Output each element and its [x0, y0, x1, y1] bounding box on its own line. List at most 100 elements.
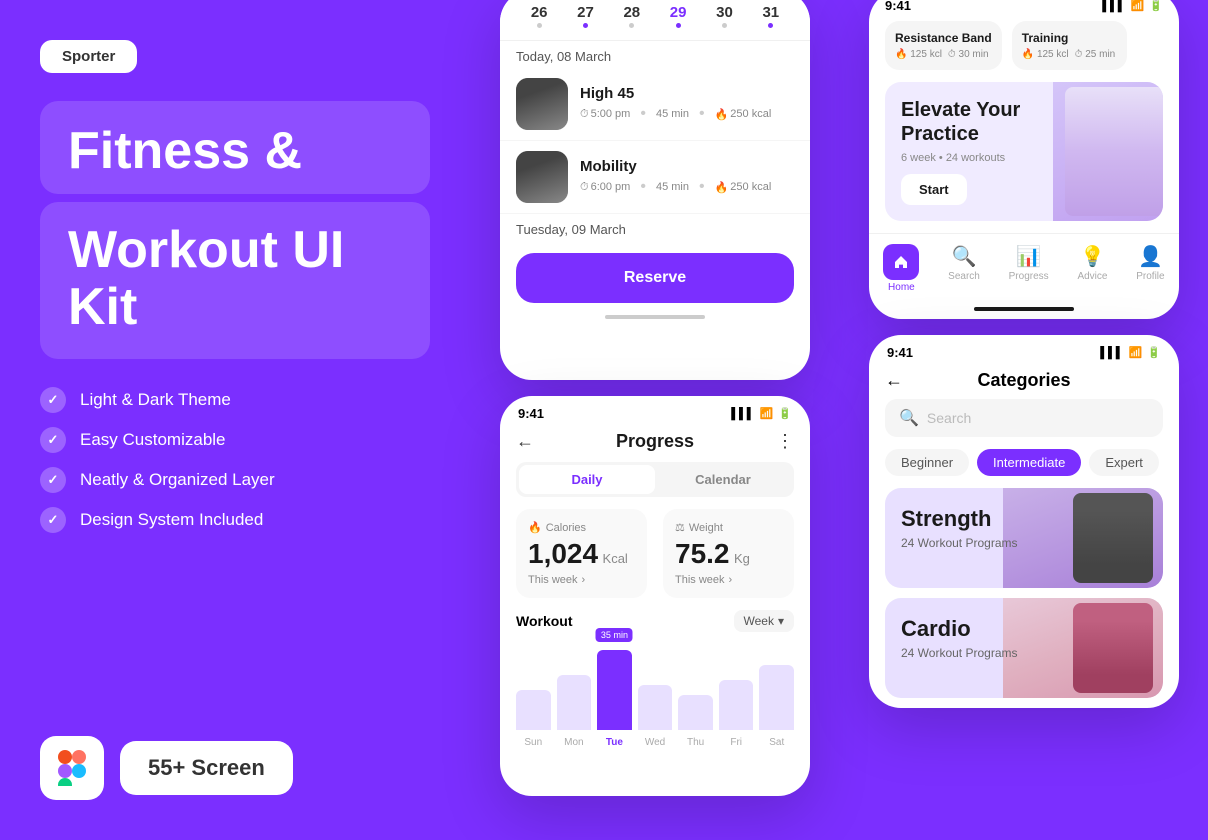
category-card-strength[interactable]: Strength 24 Workout Programs — [885, 488, 1163, 588]
check-icon-1 — [40, 427, 66, 453]
elevate-person-bg — [1053, 82, 1163, 221]
stats-row: 🔥 Calories 1,024 Kcal This week › ⚖ Weig… — [500, 509, 810, 598]
phone4-back-arrow[interactable]: ← — [885, 370, 903, 391]
nav-label-home: Home — [888, 282, 915, 293]
feature-text-2: Neatly & Organized Layer — [80, 470, 275, 490]
workout-duration-0: 45 min — [656, 108, 689, 120]
phone4-status-bar: 9:41 ▌▌▌ 📶 🔋 — [869, 335, 1179, 364]
workout-item-1[interactable]: Mobility ⏱ 6:00 pm • 45 min • 🔥 250 kcal — [500, 141, 810, 214]
chip-intermediate[interactable]: Intermediate — [977, 449, 1081, 476]
check-icon-0 — [40, 387, 66, 413]
strength-person-img — [1073, 493, 1153, 583]
workout-section-title: Workout — [516, 613, 573, 629]
person-silhouette-0 — [516, 78, 568, 130]
next-day-label: Tuesday, 09 March — [500, 214, 810, 241]
label-sun: Sun — [524, 737, 542, 748]
elevate-banner: Elevate Your Practice 6 week • 24 workou… — [885, 82, 1163, 221]
workout-title-1: Mobility — [580, 158, 794, 175]
elevate-start-button[interactable]: Start — [901, 174, 967, 205]
back-arrow-2[interactable]: ← — [516, 431, 534, 452]
dots-menu-2[interactable]: ⋮ — [776, 431, 794, 452]
bar-chart: 35 min — [500, 640, 810, 756]
advice-nav-icon: 💡 — [1080, 244, 1105, 269]
cardio-sub: 24 Workout Programs — [901, 646, 1018, 660]
mini-card-dur-0: ⏱ 30 min — [948, 49, 989, 60]
phone1-schedule: 26 27 28 29 30 — [500, 0, 810, 380]
phone3-time: 9:41 — [885, 0, 911, 13]
tab-calendar[interactable]: Calendar — [655, 465, 791, 494]
workout-time-1: ⏱ 6:00 pm — [580, 181, 630, 194]
features-list: Light & Dark Theme Easy Customizable Nea… — [40, 387, 430, 533]
phone4-header: ← Categories — [869, 364, 1179, 399]
search-bar[interactable]: 🔍 Search — [885, 399, 1163, 437]
nav-home[interactable]: Home — [883, 244, 919, 293]
person-silhouette-1 — [516, 151, 568, 203]
bar-sat — [759, 665, 794, 730]
workout-meta-1: ⏱ 6:00 pm • 45 min • 🔥 250 kcal — [580, 178, 794, 196]
calories-value: 1,024 Kcal — [528, 538, 635, 570]
bar-group-tue: 35 min — [597, 650, 632, 730]
cal-day-29: 29 — [670, 4, 687, 28]
nav-advice[interactable]: 💡 Advice — [1077, 244, 1107, 293]
brand-badge: Sporter — [40, 40, 137, 73]
bar-tooltip-tue: 35 min — [596, 628, 633, 642]
figma-icon — [58, 750, 86, 786]
strength-title: Strength — [901, 506, 1018, 532]
nav-label-profile: Profile — [1136, 271, 1164, 282]
calendar-days: 26 27 28 29 30 — [516, 4, 794, 28]
label-tue: Tue — [606, 737, 623, 748]
bar-group-mon — [557, 675, 592, 730]
tab-daily[interactable]: Daily — [519, 465, 655, 494]
bar-group-sat — [759, 665, 794, 730]
nav-search[interactable]: 🔍 Search — [948, 244, 980, 293]
left-panel: Sporter Fitness & Workout UI Kit Light &… — [0, 0, 470, 840]
mini-card-title-1: Training — [1022, 31, 1117, 45]
phone3-status-bar: 9:41 ▌▌▌ 📶 🔋 — [869, 0, 1179, 21]
calories-sub[interactable]: This week › — [528, 574, 635, 586]
feature-item-0: Light & Dark Theme — [40, 387, 430, 413]
strength-content: Strength 24 Workout Programs — [885, 488, 1034, 588]
cardio-title: Cardio — [901, 616, 1018, 642]
filter-chips: Beginner Intermediate Expert — [869, 449, 1179, 488]
workout-duration-1: 45 min — [656, 181, 689, 193]
workout-section-header: Workout Week ▾ — [500, 610, 810, 640]
figma-icon-box — [40, 736, 104, 800]
phone4-status-icons: ▌▌▌ 📶 🔋 — [1100, 346, 1161, 359]
profile-nav-icon: 👤 — [1138, 244, 1163, 269]
phone4-categories: 9:41 ▌▌▌ 📶 🔋 ← Categories 🔍 Search Begin… — [869, 335, 1179, 708]
bar-mon — [557, 675, 592, 730]
chip-beginner[interactable]: Beginner — [885, 449, 969, 476]
nav-profile[interactable]: 👤 Profile — [1136, 244, 1164, 293]
mini-card-0[interactable]: Resistance Band 🔥 125 kcl ⏱ 30 min — [885, 21, 1002, 70]
bar-tue: 35 min — [597, 650, 632, 730]
nav-label-progress: Progress — [1009, 271, 1049, 282]
label-mon: Mon — [564, 737, 583, 748]
phone4-time: 9:41 — [887, 345, 913, 360]
phone3-status-icons: ▌▌▌ 📶 🔋 — [1102, 0, 1163, 12]
workout-item-0[interactable]: High 45 ⏱ 5:00 pm • 45 min • 🔥 250 kcal — [500, 68, 810, 141]
weight-sub[interactable]: This week › — [675, 574, 782, 586]
phone3-home-indicator — [974, 307, 1074, 311]
weight-value: 75.2 Kg — [675, 538, 782, 570]
phone3-home: 9:41 ▌▌▌ 📶 🔋 Resistance Band 🔥 125 kcl ⏱… — [869, 0, 1179, 319]
category-card-cardio[interactable]: Cardio 24 Workout Programs — [885, 598, 1163, 698]
elevate-text: Elevate Your Practice — [901, 98, 1036, 146]
workout-cal-0: 🔥 250 kcal — [715, 108, 772, 121]
stat-card-calories: 🔥 Calories 1,024 Kcal This week › — [516, 509, 647, 598]
cardio-person-img — [1073, 603, 1153, 693]
bottom-row: 55+ Screen — [40, 736, 430, 800]
mini-card-title-0: Resistance Band — [895, 31, 992, 45]
home-icon-box — [883, 244, 919, 280]
mini-card-meta-1: 🔥 125 kcl ⏱ 25 min — [1022, 49, 1117, 60]
progress-nav-icon: 📊 — [1016, 244, 1041, 269]
feature-item-2: Neatly & Organized Layer — [40, 467, 430, 493]
home-icon — [893, 254, 909, 270]
reserve-button[interactable]: Reserve — [516, 253, 794, 303]
phone4-title: Categories — [977, 370, 1070, 391]
nav-progress[interactable]: 📊 Progress — [1009, 244, 1049, 293]
stat-card-weight: ⚖ Weight 75.2 Kg This week › — [663, 509, 794, 598]
mini-card-1[interactable]: Training 🔥 125 kcl ⏱ 25 min — [1012, 21, 1127, 70]
week-selector[interactable]: Week ▾ — [734, 610, 795, 632]
chip-expert[interactable]: Expert — [1089, 449, 1159, 476]
cal-dot-29 — [676, 23, 681, 28]
